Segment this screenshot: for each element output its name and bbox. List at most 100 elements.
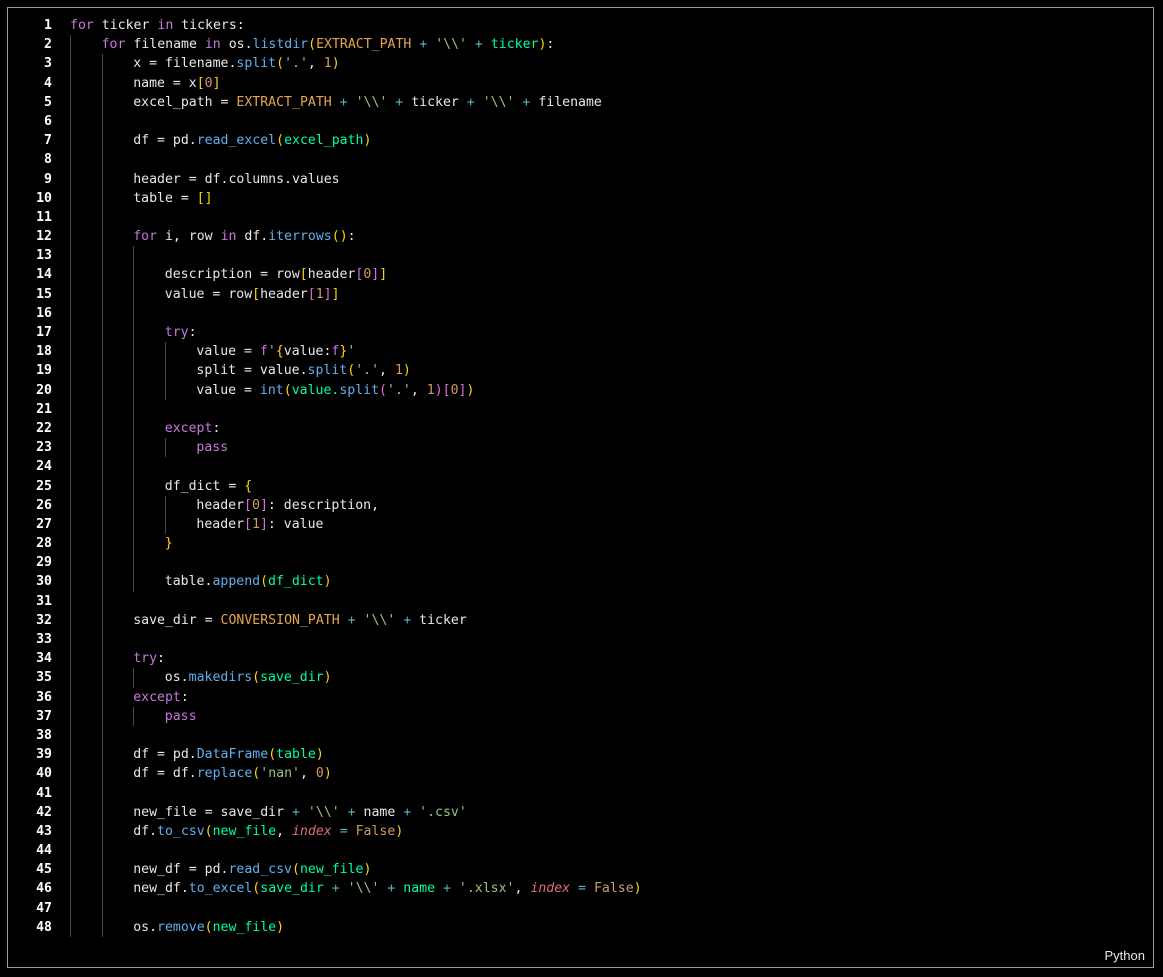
code-line: 41 [8, 783, 1153, 803]
code-line: 30 table.append(df_dict) [8, 572, 1153, 592]
code-token: , [514, 881, 523, 897]
code-text: except: [133, 688, 189, 707]
code-token: header [260, 286, 308, 302]
line-number: 21 [36, 401, 52, 417]
code-token: try [133, 651, 158, 667]
code-token: : [212, 420, 221, 436]
indent-guide [70, 821, 71, 842]
code-token: ) [402, 363, 411, 379]
indent-guide [70, 418, 71, 439]
line-number: 41 [36, 785, 52, 801]
code-text: for ticker in tickers: [70, 16, 245, 35]
code-text: new_df.to_excel(save_dir + '\\' + name +… [133, 879, 641, 898]
code-line: 19 split = value.split('.', 1) [8, 361, 1153, 381]
indent-guide [70, 898, 71, 918]
indent-guide [70, 323, 71, 343]
code-text: table = [] [133, 189, 212, 208]
code-line: 48 os.remove(new_file) [8, 917, 1153, 937]
indent-guide [101, 169, 103, 189]
line-number: 19 [36, 363, 52, 379]
code-token: f [259, 344, 268, 360]
code-token: in [220, 229, 237, 245]
code-token: ) [395, 823, 404, 839]
code-token: for [101, 37, 126, 53]
indent-guide [70, 687, 71, 707]
code-token: { [275, 344, 284, 360]
code-token: ) [331, 56, 340, 72]
code-token: ) [315, 747, 324, 763]
line-number: 11 [36, 209, 52, 225]
code-token: 1 [394, 363, 403, 379]
indent-guide [70, 73, 71, 93]
indent-guide [133, 706, 135, 726]
code-token: except [164, 420, 213, 436]
code-line: 8 [8, 150, 1153, 170]
code-line: 35 os.makedirs(save_dir) [8, 668, 1153, 688]
code-token: CONVERSION_PATH [220, 612, 340, 628]
code-line: 44 [8, 841, 1153, 861]
code-token: : description, [267, 497, 380, 513]
code-text: pass [196, 438, 228, 457]
code-text: df_dict = { [165, 477, 252, 496]
indent-guide [133, 514, 135, 535]
indent-guide [70, 745, 71, 765]
code-token: table. [164, 574, 213, 590]
line-number: 35 [36, 670, 52, 686]
code-token: 1 [251, 516, 260, 532]
code-token: , [276, 823, 285, 839]
code-token: split [307, 363, 348, 379]
code-line: 33 [8, 630, 1153, 650]
code-token: description = row [164, 267, 300, 283]
code-token: os. [133, 919, 158, 935]
code-token: filename [133, 37, 197, 53]
indent-guide [101, 323, 103, 343]
line-number: 40 [36, 766, 52, 782]
indent-guide [101, 457, 103, 477]
code-token: 1 [315, 286, 324, 302]
code-token: append [212, 574, 261, 590]
code-line: 22 except: [8, 418, 1153, 439]
code-token: index [292, 823, 332, 839]
code-token: ticker [101, 18, 150, 33]
code-token: () [331, 229, 348, 245]
indent-guide [70, 438, 71, 458]
code-text: os.remove(new_file) [133, 918, 284, 937]
code-token: + [395, 94, 404, 110]
code-text: } [165, 534, 173, 553]
code-token: '\\' [363, 612, 396, 628]
code-line: 24 [8, 457, 1153, 477]
indent-guide [70, 457, 71, 477]
code-token: new_df. [133, 881, 189, 897]
indent-guide [133, 534, 135, 554]
code-token: 0 [204, 75, 213, 91]
indent-guide [70, 668, 71, 688]
code-token: , [379, 363, 387, 379]
code-token: to_excel [188, 881, 253, 897]
indent-guide [101, 399, 103, 419]
code-token: name = x [133, 75, 197, 91]
indent-guide [101, 111, 103, 132]
indent-guide [133, 457, 135, 477]
line-number: 15 [36, 286, 52, 302]
code-token: : [188, 325, 197, 340]
code-token: { [244, 478, 253, 494]
code-token: [ [196, 75, 205, 91]
code-token: ) [434, 382, 443, 398]
code-token: + [419, 37, 428, 53]
indent-guide [70, 572, 71, 592]
code-token: ) [363, 133, 372, 149]
code-text: os.makedirs(save_dir) [165, 668, 332, 687]
line-number: 37 [36, 708, 52, 724]
code-token: new_file [299, 862, 364, 878]
code-token: table [276, 747, 316, 763]
line-number: 2 [44, 37, 52, 53]
code-token: [ [244, 497, 252, 513]
indent-guide [70, 188, 71, 208]
code-line: 10 table = [] [8, 188, 1153, 208]
indent-guide [101, 649, 103, 669]
code-token: ticker [411, 94, 459, 110]
code-token: ( [283, 382, 292, 398]
indent-guide [70, 380, 71, 400]
line-number: 29 [36, 555, 52, 571]
code-token: ) [323, 766, 332, 782]
